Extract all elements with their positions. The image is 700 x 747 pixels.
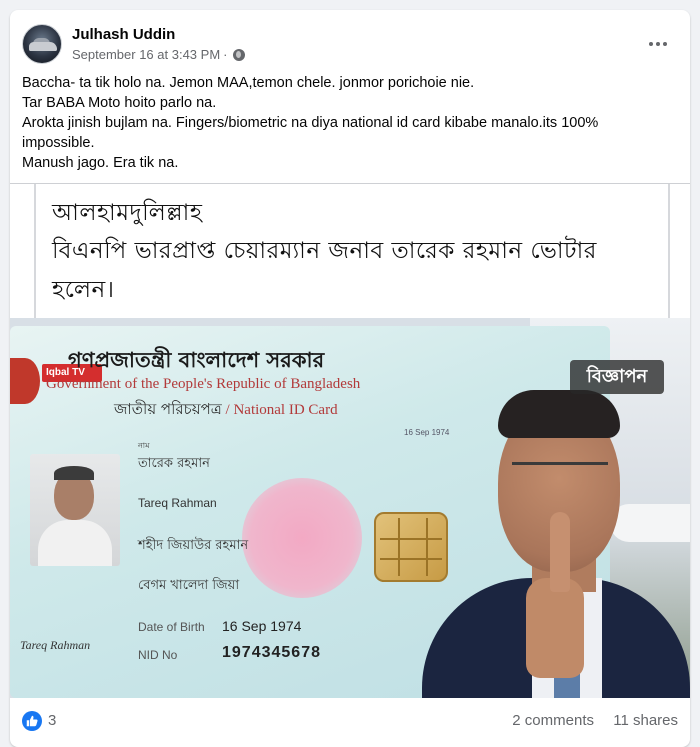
post-text-line: Baccha- ta tik holo na. Jemon MAA,temon … (22, 75, 475, 91)
government-seal-icon (10, 358, 40, 404)
man-figure (402, 382, 690, 698)
image-headline-panel[interactable]: আলহামদুলিল্লাহ বিএনপি ভারপ্রাপ্ত চেয়ারম… (10, 184, 690, 318)
name-bn: তারেক রহমান (138, 456, 210, 471)
post-header: Julhash Uddin September 16 at 3:43 PM · (22, 24, 678, 70)
globe-icon[interactable] (232, 48, 245, 61)
headline-line: বিএনপি ভারপ্রাপ্ত চেয়ারম্যান জনাব তারেক… (52, 238, 597, 264)
author-avatar[interactable] (22, 24, 62, 64)
author-name[interactable]: Julhash Uddin (72, 26, 175, 43)
signature: Tareq Rahman (20, 638, 91, 652)
meta-separator: · (223, 47, 228, 62)
dob-value: 16 Sep 1974 (222, 618, 302, 634)
headline-line: হলেন। (52, 277, 115, 303)
nid-number: 1974345678 (222, 644, 321, 661)
post-card: Julhash Uddin September 16 at 3:43 PM · … (10, 10, 690, 747)
post-text-line: Manush jago. Era tik na. (22, 155, 179, 171)
post-photo[interactable]: Iqbal TV গণপ্রজাতন্ত্রী বাংলাদেশ সরকার G… (10, 318, 690, 698)
headline-line: আলহামদুলিল্লাহ (52, 200, 203, 226)
shares-link[interactable]: 11 shares (613, 712, 678, 729)
comments-link[interactable]: 2 comments (512, 712, 594, 729)
dob-label: Date of Birth (138, 620, 205, 634)
more-options-icon[interactable] (644, 30, 672, 58)
reaction-count[interactable]: 3 (48, 712, 56, 729)
like-icon[interactable] (22, 711, 42, 731)
post-text: Baccha- ta tik holo na. Jemon MAA,temon … (22, 73, 678, 173)
name-label: নাম (138, 441, 150, 450)
card-title: জাতীয় পরিচয়পত্র / National ID Card (114, 400, 338, 418)
father-name: শহীদ জিয়াউর রহমান (138, 538, 249, 553)
post-text-line: Tar BABA Moto hoito parlo na. (22, 95, 217, 111)
id-portrait (30, 454, 120, 566)
gov-title-en: Government of the People's Republic of B… (46, 376, 361, 392)
post-text-line: impossible. (22, 135, 95, 151)
post-meta: September 16 at 3:43 PM · (72, 47, 245, 62)
post-timestamp[interactable]: September 16 at 3:43 PM (72, 47, 220, 62)
mother-name: বেগম খালেদা জিয়া (138, 578, 240, 593)
gov-title-bn: গণপ্রজাতন্ত্রী বাংলাদেশ সরকার (68, 348, 325, 372)
post-footer: 3 2 comments 11 shares (22, 710, 678, 734)
post-text-line: Arokta jinish bujlam na. Fingers/biometr… (22, 115, 599, 131)
name-en: Tareq Rahman (138, 496, 217, 510)
nid-label: NID No (138, 648, 178, 662)
ad-badge: বিজ্ঞাপন (570, 360, 664, 394)
